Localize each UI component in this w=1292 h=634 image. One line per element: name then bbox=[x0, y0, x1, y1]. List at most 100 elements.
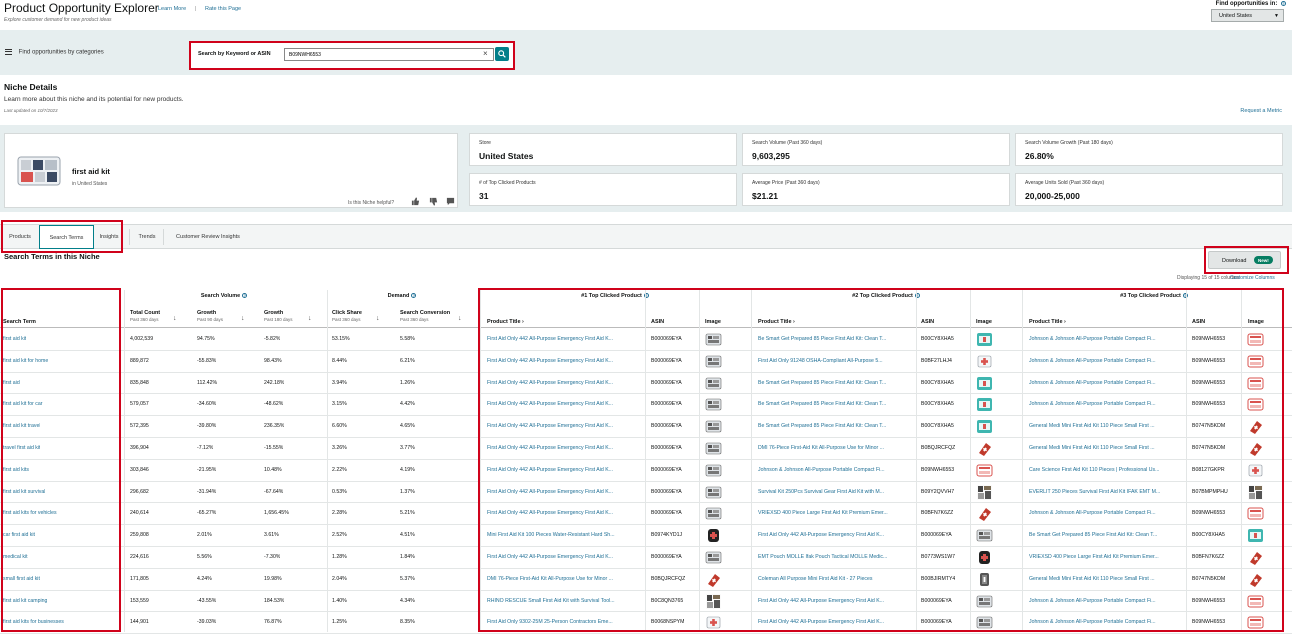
cell-p3[interactable]: Be Smart Get Prepared 85 Piece First Aid… bbox=[1029, 532, 1179, 538]
cell-p2[interactable]: First Aid Only 91248 OSHA-Compliant All-… bbox=[758, 358, 908, 364]
product-thumbnail-kit-grey[interactable] bbox=[976, 571, 993, 588]
cell-p3[interactable]: VRIEXSD 400 Piece Large First Aid Kit Pr… bbox=[1029, 554, 1179, 560]
product-thumbnail-kit-red[interactable] bbox=[1247, 593, 1264, 610]
cell-p1[interactable]: First Aid Only 442 All-Purpose Emergency… bbox=[487, 554, 637, 560]
product-thumbnail-kit-gear[interactable] bbox=[1247, 484, 1264, 501]
cell-p3[interactable]: Johnson & Johnson All-Purpose Portable C… bbox=[1029, 619, 1179, 625]
info-icon[interactable]: ? bbox=[411, 293, 417, 299]
product-thumbnail-kit-box[interactable] bbox=[705, 375, 722, 392]
cell-term[interactable]: medical kit bbox=[3, 554, 28, 560]
info-icon[interactable]: ? bbox=[242, 293, 248, 299]
info-icon[interactable]: ? bbox=[1281, 1, 1286, 6]
cell-p3[interactable]: Johnson & Johnson All-Purpose Portable C… bbox=[1029, 510, 1179, 516]
cell-term[interactable]: first aid kit travel bbox=[3, 423, 40, 429]
product-thumbnail-kit-box[interactable] bbox=[705, 353, 722, 370]
cell-p2[interactable]: Survival Kit 250Pcs Survival Gear First … bbox=[758, 489, 908, 495]
search-input[interactable] bbox=[284, 48, 494, 61]
cell-p1[interactable]: First Aid Only 9302-25M 25-Person Contra… bbox=[487, 619, 637, 625]
product-thumbnail-kit-teal[interactable] bbox=[976, 418, 993, 435]
comment-icon[interactable] bbox=[446, 197, 455, 206]
cell-p3[interactable]: General Medi Mini First Aid Kit 110 Piec… bbox=[1029, 445, 1179, 451]
cell-p2[interactable]: First Aid Only 442 All-Purpose Emergency… bbox=[758, 598, 908, 604]
cell-p1[interactable]: First Aid Only 442 All-Purpose Emergency… bbox=[487, 380, 637, 386]
cell-term[interactable]: first aid kit bbox=[3, 336, 26, 342]
product-thumbnail-kit-red[interactable] bbox=[1247, 375, 1264, 392]
cell-term[interactable]: first aid kits for vehicles bbox=[3, 510, 57, 516]
product-thumbnail-kit-box[interactable] bbox=[705, 549, 722, 566]
cell-term[interactable]: first aid kit for car bbox=[3, 401, 43, 407]
cell-p1[interactable]: RHINO RESCUE Small First Aid Kit with Su… bbox=[487, 598, 637, 604]
product-thumbnail-kit-gear[interactable] bbox=[705, 593, 722, 610]
product-thumbnail-kit-red-bag[interactable] bbox=[1247, 418, 1264, 435]
product-thumbnail-kit-white[interactable] bbox=[976, 353, 993, 370]
cell-p3[interactable]: EVERLIT 250 Pieces Survival First Aid Ki… bbox=[1029, 489, 1179, 495]
cell-term[interactable]: first aid kit for home bbox=[3, 358, 48, 364]
cell-p1[interactable]: First Aid Only 442 All-Purpose Emergency… bbox=[487, 510, 637, 516]
close-icon[interactable]: × bbox=[483, 49, 488, 58]
product-thumbnail-kit-box[interactable] bbox=[705, 331, 722, 348]
cell-p1[interactable]: Mini First Aid Kit 100 Pieces Water-Resi… bbox=[487, 532, 637, 538]
product-thumbnail-kit-red[interactable] bbox=[1247, 505, 1264, 522]
thumbs-up-icon[interactable] bbox=[411, 197, 420, 206]
product-thumbnail-kit-white[interactable] bbox=[1247, 462, 1264, 479]
cell-term[interactable]: first aid kits for businesses bbox=[3, 619, 64, 625]
product-thumbnail-kit-box[interactable] bbox=[705, 440, 722, 457]
product-thumbnail-kit-red-bag[interactable] bbox=[705, 571, 722, 588]
product-thumbnail-kit-teal[interactable] bbox=[1247, 527, 1264, 544]
product-thumbnail-kit-box[interactable] bbox=[705, 462, 722, 479]
cell-p2[interactable]: First Aid Only 442 All-Purpose Emergency… bbox=[758, 532, 908, 538]
product-thumbnail-kit-red[interactable] bbox=[976, 462, 993, 479]
cell-p3[interactable]: Johnson & Johnson All-Purpose Portable C… bbox=[1029, 598, 1179, 604]
product-thumbnail-kit-black[interactable] bbox=[705, 527, 722, 544]
search-button[interactable] bbox=[495, 47, 509, 61]
cell-p3[interactable]: General Medi Mini First Aid Kit 110 Piec… bbox=[1029, 423, 1179, 429]
customize-columns-link[interactable]: Customize Columns bbox=[1230, 275, 1275, 281]
product-thumbnail-kit-box[interactable] bbox=[705, 396, 722, 413]
cell-p2[interactable]: VRIEXSD 400 Piece Large First Aid Kit Pr… bbox=[758, 510, 908, 516]
product-thumbnail-kit-red-bag[interactable] bbox=[976, 505, 993, 522]
product-thumbnail-kit-red-bag[interactable] bbox=[976, 440, 993, 457]
cell-term[interactable]: first aid bbox=[3, 380, 20, 386]
tab-insights[interactable]: Insights bbox=[96, 225, 122, 249]
cell-p1[interactable]: DMI 76-Piece First-Aid Kit All-Purpose U… bbox=[487, 576, 637, 582]
cell-term[interactable]: car first aid kit bbox=[3, 532, 35, 538]
cell-p2[interactable]: Be Smart Get Prepared 85 Piece First Aid… bbox=[758, 380, 908, 386]
cell-p2[interactable]: DMI 76-Piece First-Aid Kit All-Purpose U… bbox=[758, 445, 908, 451]
product-thumbnail-kit-box[interactable] bbox=[705, 418, 722, 435]
product-thumbnail-kit-box[interactable] bbox=[976, 527, 993, 544]
product-thumbnail-kit-box[interactable] bbox=[705, 505, 722, 522]
product-thumbnail-kit-red-bag[interactable] bbox=[1247, 571, 1264, 588]
cell-p3[interactable]: Care Science First Aid Kit 110 Pieces | … bbox=[1029, 467, 1179, 473]
cell-p2[interactable]: Be Smart Get Prepared 85 Piece First Aid… bbox=[758, 401, 908, 407]
learn-more-link[interactable]: Learn More bbox=[158, 6, 186, 12]
cell-p3[interactable]: Johnson & Johnson All-Purpose Portable C… bbox=[1029, 380, 1179, 386]
cell-term[interactable]: small first aid kit bbox=[3, 576, 40, 582]
product-thumbnail-kit-box[interactable] bbox=[705, 484, 722, 501]
cell-p2[interactable]: Be Smart Get Prepared 85 Piece First Aid… bbox=[758, 423, 908, 429]
product-thumbnail-kit-gear[interactable] bbox=[976, 484, 993, 501]
product-thumbnail-kit-red[interactable] bbox=[1247, 331, 1264, 348]
cell-p3[interactable]: Johnson & Johnson All-Purpose Portable C… bbox=[1029, 336, 1179, 342]
product-thumbnail-kit-red-bag[interactable] bbox=[1247, 440, 1264, 457]
product-thumbnail-kit-teal[interactable] bbox=[976, 375, 993, 392]
thumbs-down-icon[interactable] bbox=[429, 197, 438, 206]
cell-p3[interactable]: Johnson & Johnson All-Purpose Portable C… bbox=[1029, 401, 1179, 407]
tab-customer-review-insights[interactable]: Customer Review Insights bbox=[166, 225, 250, 249]
cell-p1[interactable]: First Aid Only 442 All-Purpose Emergency… bbox=[487, 489, 637, 495]
cell-p1[interactable]: First Aid Only 442 All-Purpose Emergency… bbox=[487, 445, 637, 451]
product-thumbnail-kit-red[interactable] bbox=[1247, 396, 1264, 413]
cell-term[interactable]: first aid kit camping bbox=[3, 598, 47, 604]
tab-trends[interactable]: Trends bbox=[132, 225, 162, 249]
product-thumbnail-kit-box[interactable] bbox=[976, 614, 993, 631]
cell-p2[interactable]: EMT Pouch MOLLE Ifak Pouch Tactical MOLL… bbox=[758, 554, 908, 560]
product-thumbnail-kit-red-bag[interactable] bbox=[1247, 549, 1264, 566]
product-thumbnail-kit-teal[interactable] bbox=[976, 331, 993, 348]
download-button[interactable]: Download New! bbox=[1208, 251, 1281, 269]
cell-p2[interactable]: First Aid Only 442 All-Purpose Emergency… bbox=[758, 619, 908, 625]
product-thumbnail-kit-teal[interactable] bbox=[976, 396, 993, 413]
cell-term[interactable]: travel first aid kit bbox=[3, 445, 40, 451]
product-thumbnail-kit-box[interactable] bbox=[976, 593, 993, 610]
cell-p2[interactable]: Be Smart Get Prepared 85 Piece First Aid… bbox=[758, 336, 908, 342]
cell-term[interactable]: first aid kit survival bbox=[3, 489, 45, 495]
tab-products[interactable]: Products bbox=[3, 225, 37, 249]
